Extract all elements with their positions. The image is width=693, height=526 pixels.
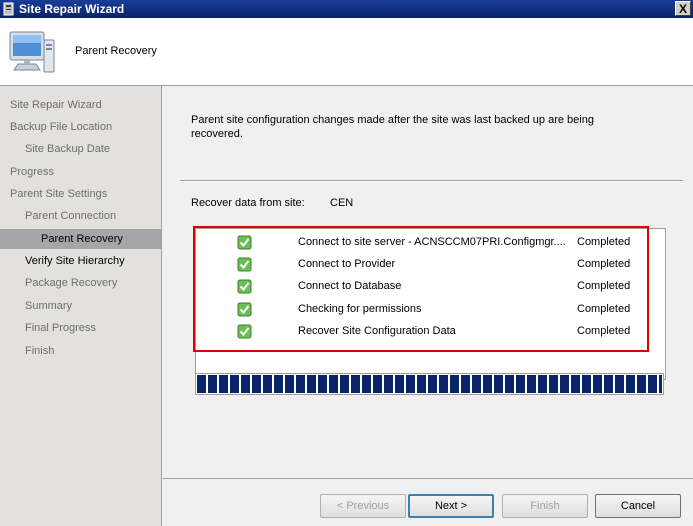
page-title: Parent Recovery [75, 45, 157, 57]
sidebar-item-parent-site-settings: Parent Site Settings [10, 188, 108, 200]
wizard-header: Parent Recovery [0, 18, 693, 86]
next-button[interactable]: Next > [408, 494, 494, 518]
button-bar: < Previous Next > Finish Cancel [163, 478, 693, 526]
computer-monitor-icon [9, 31, 55, 73]
sidebar-item-verify-site-hierarchy: Verify Site Hierarchy [25, 255, 125, 267]
progress-fill [197, 375, 662, 393]
highlight-box [193, 226, 649, 352]
recover-data-label: Recover data from site: [191, 197, 305, 209]
wizard-steps-sidebar: Site Repair Wizard Backup File Location … [0, 86, 162, 526]
recover-site-value: CEN [330, 197, 354, 209]
title-bar: Site Repair Wizard X [0, 0, 693, 18]
sidebar-item-finish: Finish [25, 345, 55, 357]
sidebar-item-parent-connection: Parent Connection [25, 210, 117, 222]
close-button[interactable]: X [675, 1, 691, 16]
finish-button[interactable]: Finish [502, 494, 588, 518]
sidebar-item-progress: Progress [10, 166, 55, 178]
sidebar-item-summary: Summary [25, 300, 73, 312]
sidebar-item-final-progress: Final Progress [25, 322, 96, 334]
separator [180, 180, 683, 182]
sidebar-item-backup-file-location: Backup File Location [10, 121, 113, 133]
previous-button[interactable]: < Previous [320, 494, 406, 518]
progress-bar [195, 373, 664, 395]
wizard-window: Site Repair Wizard X Parent Recovery Sit… [0, 0, 693, 526]
window-title: Site Repair Wizard [19, 2, 125, 16]
sidebar-item-site-repair-wizard: Site Repair Wizard [10, 99, 102, 111]
sidebar-item-package-recovery: Package Recovery [25, 277, 118, 289]
wizard-content: Parent site configuration changes made a… [163, 86, 693, 478]
app-icon [3, 2, 14, 16]
sidebar-item-parent-recovery: Parent Recovery [0, 229, 161, 249]
cancel-button[interactable]: Cancel [595, 494, 681, 518]
step-description: Parent site configuration changes made a… [191, 114, 594, 140]
sidebar-item-site-backup-date: Site Backup Date [25, 143, 110, 155]
